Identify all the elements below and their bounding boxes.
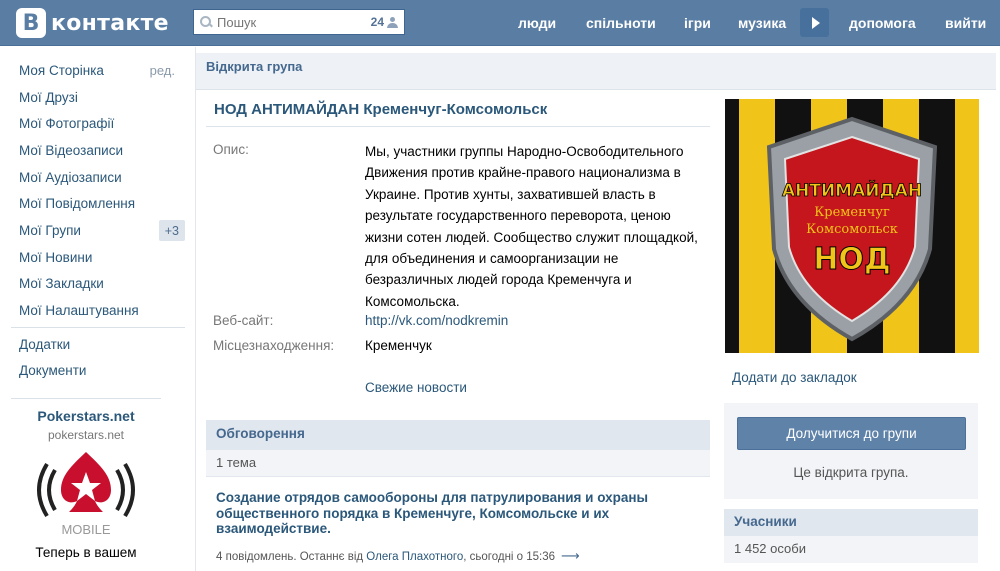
sidebar-item-friends[interactable]: Мої Друзі [11,84,185,111]
search-box[interactable]: 24 [193,9,405,35]
group-type-bar: Відкрита група [196,53,996,90]
nav-help-link[interactable]: допомога [849,15,916,31]
antimaidan-shield-icon: АНТИМАЙДАН Кременчуг Комсомольск НОД [725,99,979,353]
discussions-header[interactable]: Обговорення [206,420,710,450]
search-count-value: 24 [370,15,384,29]
sidebar-item-messages[interactable]: Мої Повідомлення [11,190,185,217]
nav-games[interactable]: ігри [684,0,711,46]
join-group-button[interactable]: Долучитися до групи [737,417,966,450]
left-menu: Моя Сторінка ред. Мої Друзі Мої Фотографі… [11,57,185,384]
logo-badge: В [16,8,46,38]
location-label: Місцезнаходження: [213,338,335,353]
avatar-text-4: НОД [813,242,890,277]
topic-count: 1 тема [206,450,710,477]
location-value: Кременчук [365,338,432,353]
search-friends-count[interactable]: 24 [371,15,398,29]
topic-meta: 4 повідомлень. Останнє від Олега Плахотн… [216,548,580,564]
ad-url: pokerstars.net [47,428,125,442]
sidebar-item-label: Моя Сторінка [19,62,104,78]
sidebar-item-audio[interactable]: Мої Аудіозаписи [11,164,185,191]
sidebar-ad[interactable]: Pokerstars.net pokerstars.net MOBILE Теп… [11,398,161,560]
logo-text: контакте [51,10,169,36]
nav-games-link[interactable]: ігри [684,15,711,31]
person-icon [387,16,398,28]
nav-communities[interactable]: спільноти [586,0,656,46]
sidebar-item-settings[interactable]: Мої Налаштування [11,297,185,324]
sidebar-item-label: Документи [19,363,87,379]
sidebar-item-label: Мої Фотографії [19,116,115,132]
members-count: 1 452 особи [724,536,978,563]
sidebar-item-bookmarks[interactable]: Мої Закладки [11,271,185,298]
sidebar-item-apps[interactable]: Додатки [11,331,185,358]
sidebar-item-photos[interactable]: Мої Фотографії [11,110,185,137]
topic-meta-prefix: 4 повідомлень. Останнє від [216,551,367,563]
arrow-right-icon[interactable]: ⟶ [561,548,580,563]
nav-music-link[interactable]: музика [738,15,786,31]
group-description: Мы, участники группы Народно-Освободител… [365,144,698,309]
add-bookmark-link[interactable]: Додати до закладок [732,370,857,385]
nav-communities-link[interactable]: спільноти [586,15,656,31]
avatar-text-3: Комсомольск [806,222,898,237]
sidebar-item-label: Мої Аудіозаписи [19,169,122,185]
sidebar-item-label: Мої Налаштування [19,303,139,319]
sidebar-item-label: Мої Друзі [19,89,78,105]
ad-text: Теперь в вашем [35,545,137,560]
sidebar-item-news[interactable]: Мої Новини [11,244,185,271]
members-header[interactable]: Учасники [724,509,978,536]
sidebar-item-videos[interactable]: Мої Відеозаписи [11,137,185,164]
sidebar-item-label: Мої Закладки [19,276,104,292]
title-divider [206,126,710,127]
top-bar: В контакте 24 люди спільноти ігри музика… [0,0,1000,46]
sidebar-item-label: Додатки [19,336,71,352]
main-content: Відкрита група НОД АНТИМАЙДАН Кременчуг-… [195,47,1000,571]
avatar-text-1: АНТИМАЙДАН [782,179,922,201]
open-group-note: Це відкрита група. [793,465,909,480]
sidebar-divider [11,326,185,328]
group-avatar[interactable]: АНТИМАЙДАН Кременчуг Комсомольск НОД [725,99,979,353]
description-label: Опис: [213,142,249,157]
sidebar-item-groups[interactable]: Мої Групи +3 [11,217,185,244]
website-link[interactable]: http://vk.com/nodkremin [365,313,508,328]
avatar-text-2: Кременчуг [814,205,890,220]
nav-people-link[interactable]: люди [518,15,556,31]
fresh-news-link[interactable]: Свежие новости [365,380,467,395]
nav-people[interactable]: люди [518,0,556,46]
sidebar-item-documents[interactable]: Документи [11,358,185,385]
groups-badge: +3 [158,220,185,242]
pokerstars-mobile-icon: MOBILE [37,452,135,537]
sidebar-item-label: Мої Відеозаписи [19,142,123,158]
sidebar-item-label: Мої Новини [19,249,93,265]
sidebar-item-my-page[interactable]: Моя Сторінка ред. [11,57,185,84]
topic-author-link[interactable]: Олега Плахотного [366,551,463,563]
topic-link[interactable]: Создание отрядов самообороны для патрули… [216,490,706,537]
ad-title[interactable]: Pokerstars.net [11,408,161,424]
search-icon [200,16,212,28]
play-icon[interactable] [800,8,829,37]
nav-music[interactable]: музика [738,0,786,46]
edit-link[interactable]: ред. [150,63,175,78]
ad-image[interactable]: MOBILE [11,450,161,540]
sidebar-item-label: Мої Групи [19,222,81,238]
vk-logo[interactable]: В контакте [16,8,169,38]
nav-help[interactable]: допомога [849,0,916,46]
nav-logout-link[interactable]: вийти [945,15,986,31]
join-panel: Долучитися до групи Це відкрита група. [724,403,978,499]
page-title: НОД АНТИМАЙДАН Кременчуг-Комсомольск [214,101,548,118]
nav-logout[interactable]: вийти [945,0,986,46]
sidebar-item-label: Мої Повідомлення [19,196,136,212]
search-input[interactable] [217,14,357,30]
ad-image-text: MOBILE [61,522,110,537]
topic-meta-time: , сьогодні о 15:36 [463,551,556,563]
website-label: Веб-сайт: [213,313,274,328]
